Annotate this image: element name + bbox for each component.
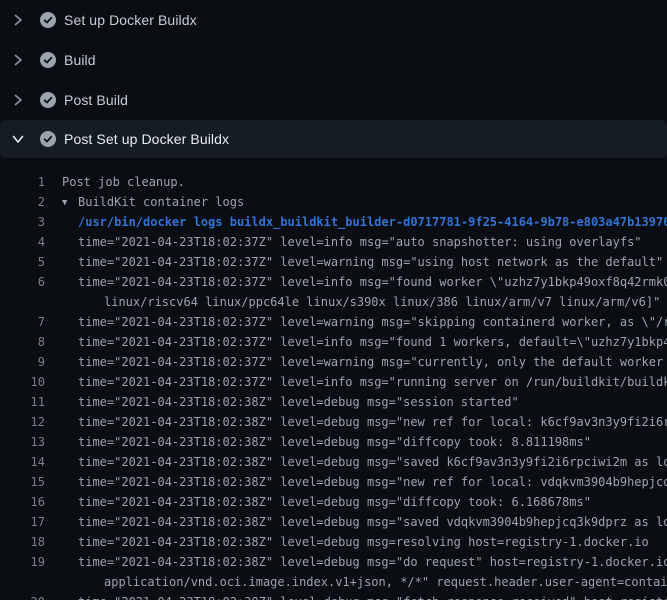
line-number[interactable]: 8 (0, 332, 45, 352)
log-text: time="2021-04-23T18:02:37Z" level=info m… (45, 232, 642, 252)
log-text: linux/riscv64 linux/ppc64le linux/s390x … (45, 292, 660, 312)
log-row: 19time="2021-04-23T18:02:38Z" level=debu… (0, 552, 667, 572)
workflow-log-panel: Set up Docker Buildx Build Post Build Po… (0, 0, 667, 600)
log-row: 14time="2021-04-23T18:02:38Z" level=debu… (0, 452, 667, 472)
line-number[interactable]: 14 (0, 452, 45, 472)
step-row-set-up-docker-buildx[interactable]: Set up Docker Buildx (0, 0, 667, 40)
line-number[interactable]: 5 (0, 252, 45, 272)
step-label: Build (64, 52, 96, 68)
step-row-build[interactable]: Build (0, 40, 667, 80)
chevron-right-icon (10, 12, 26, 28)
log-text: time="2021-04-23T18:02:38Z" level=debug … (45, 512, 667, 532)
chevron-right-icon (10, 52, 26, 68)
step-row-post-build[interactable]: Post Build (0, 80, 667, 120)
log-text: time="2021-04-23T18:02:38Z" level=debug … (45, 392, 519, 412)
log-row: 12time="2021-04-23T18:02:38Z" level=debu… (0, 412, 667, 432)
log-container: 1Post job cleanup.2▼BuildKit container l… (0, 158, 667, 600)
log-text: time="2021-04-23T18:02:38Z" level=debug … (45, 452, 667, 472)
log-row: 5time="2021-04-23T18:02:37Z" level=warni… (0, 252, 667, 272)
line-number[interactable]: 6 (0, 272, 45, 292)
log-row: 2▼BuildKit container logs (0, 192, 667, 212)
log-row: application/vnd.oci.image.index.v1+json,… (0, 572, 667, 592)
check-circle-icon (40, 131, 56, 147)
log-text: time="2021-04-23T18:02:37Z" level=info m… (45, 372, 667, 392)
check-circle-icon (40, 52, 56, 68)
log-text: application/vnd.oci.image.index.v1+json,… (45, 572, 667, 592)
log-text: Post job cleanup. (45, 172, 185, 192)
log-row: 4time="2021-04-23T18:02:37Z" level=info … (0, 232, 667, 252)
chevron-right-icon (10, 92, 26, 108)
line-number[interactable]: 19 (0, 552, 45, 572)
log-row: 11time="2021-04-23T18:02:38Z" level=debu… (0, 392, 667, 412)
chevron-down-icon (10, 131, 26, 147)
log-text: time="2021-04-23T18:02:37Z" level=info m… (45, 272, 667, 292)
line-number[interactable]: 18 (0, 532, 45, 552)
check-circle-icon (40, 12, 56, 28)
log-text: time="2021-04-23T18:02:38Z" level=debug … (45, 472, 667, 492)
line-number[interactable]: 4 (0, 232, 45, 252)
line-number[interactable]: 9 (0, 352, 45, 372)
log-row: 10time="2021-04-23T18:02:37Z" level=info… (0, 372, 667, 392)
line-number[interactable]: 17 (0, 512, 45, 532)
line-number[interactable]: 3 (0, 212, 45, 232)
log-row: 20time="2021-04-23T18:02:38Z" level=debu… (0, 592, 667, 600)
log-row: 18time="2021-04-23T18:02:38Z" level=debu… (0, 532, 667, 552)
log-row: 1Post job cleanup. (0, 172, 667, 192)
line-number[interactable]: 7 (0, 312, 45, 332)
log-row: 3/usr/bin/docker logs buildx_buildkit_bu… (0, 212, 667, 232)
log-row: 13time="2021-04-23T18:02:38Z" level=debu… (0, 432, 667, 452)
log-row: 6time="2021-04-23T18:02:37Z" level=info … (0, 272, 667, 292)
line-number[interactable]: 13 (0, 432, 45, 452)
collapse-triangle-icon: ▼ (62, 193, 78, 213)
line-number (0, 292, 45, 312)
log-row: 7time="2021-04-23T18:02:37Z" level=warni… (0, 312, 667, 332)
step-row-post-set-up-docker-buildx[interactable]: Post Set up Docker Buildx (0, 120, 667, 158)
line-number[interactable]: 10 (0, 372, 45, 392)
log-row: 16time="2021-04-23T18:02:38Z" level=debu… (0, 492, 667, 512)
log-text: time="2021-04-23T18:02:38Z" level=debug … (45, 492, 591, 512)
log-row: 9time="2021-04-23T18:02:37Z" level=warni… (0, 352, 667, 372)
log-text: time="2021-04-23T18:02:38Z" level=debug … (45, 432, 591, 452)
line-number (0, 572, 45, 592)
log-text: time="2021-04-23T18:02:37Z" level=info m… (45, 332, 667, 352)
step-label: Set up Docker Buildx (64, 12, 197, 28)
log-text: time="2021-04-23T18:02:38Z" level=debug … (45, 532, 649, 552)
log-text: time="2021-04-23T18:02:37Z" level=warnin… (45, 252, 663, 272)
log-group-label: BuildKit container logs (78, 195, 244, 209)
line-number[interactable]: 1 (0, 172, 45, 192)
check-circle-icon (40, 92, 56, 108)
log-text: time="2021-04-23T18:02:38Z" level=debug … (45, 552, 667, 572)
line-number[interactable]: 2 (0, 192, 45, 212)
line-number[interactable]: 12 (0, 412, 45, 432)
log-text: /usr/bin/docker logs buildx_buildkit_bui… (45, 212, 667, 232)
step-label: Post Set up Docker Buildx (64, 131, 229, 147)
log-row: 15time="2021-04-23T18:02:38Z" level=debu… (0, 472, 667, 492)
line-number[interactable]: 20 (0, 592, 45, 600)
log-text: time="2021-04-23T18:02:38Z" level=debug … (45, 592, 667, 600)
step-label: Post Build (64, 92, 128, 108)
line-number[interactable]: 11 (0, 392, 45, 412)
log-row: 17time="2021-04-23T18:02:38Z" level=debu… (0, 512, 667, 532)
log-row: 8time="2021-04-23T18:02:37Z" level=info … (0, 332, 667, 352)
line-number[interactable]: 15 (0, 472, 45, 492)
log-text: time="2021-04-23T18:02:37Z" level=warnin… (45, 312, 667, 332)
log-text: time="2021-04-23T18:02:37Z" level=warnin… (45, 352, 667, 372)
log-group-toggle[interactable]: ▼BuildKit container logs (45, 192, 244, 212)
line-number[interactable]: 16 (0, 492, 45, 512)
log-text: time="2021-04-23T18:02:38Z" level=debug … (45, 412, 667, 432)
log-row: linux/riscv64 linux/ppc64le linux/s390x … (0, 292, 667, 312)
